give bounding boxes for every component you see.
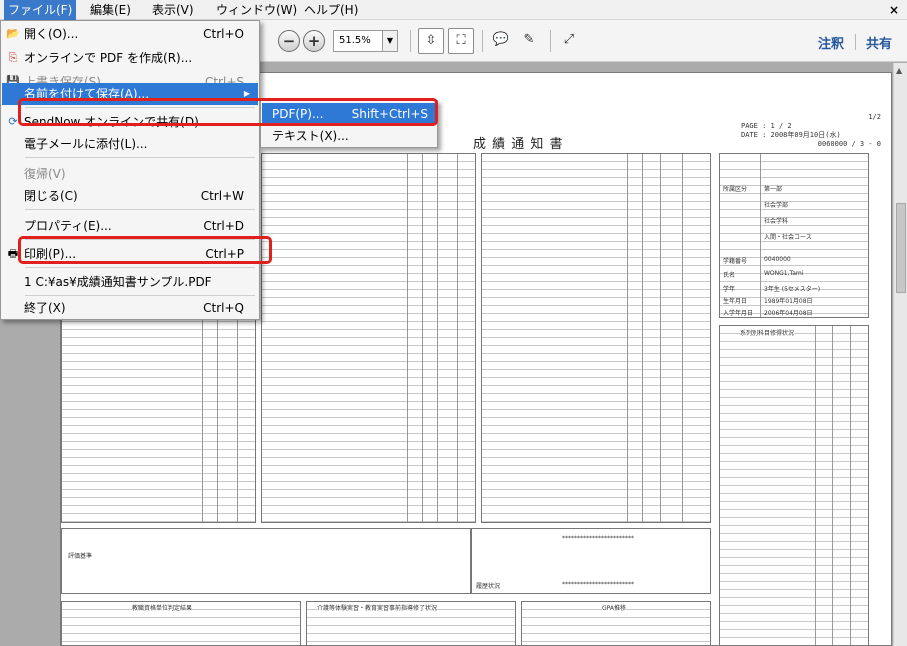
value-enrollment: 2006年04月08日 [764, 310, 813, 317]
comment-tab[interactable]: 注釈 [818, 33, 844, 52]
menu-view[interactable]: 表示(V) [148, 0, 198, 20]
menu-item-save[interactable]: 💾 上書き保存(S) Ctrl+S [2, 71, 258, 83]
gpa-label: GPA推移 [602, 603, 626, 612]
page-info: 1/2 PAGE : 1 / 2 DATE : 2008年09月10日(水) 0… [741, 113, 881, 149]
close-icon[interactable]: × [889, 3, 899, 17]
teaching-practice-table: 介護等体験実習・教育実習事前指導修了状況 [306, 601, 516, 645]
menu-item-create-pdf-online[interactable]: ⎘ オンラインで PDF を作成(R)... [2, 47, 258, 69]
label-birthdate: 生年月日 [723, 298, 748, 305]
menu-item-open[interactable]: 📂 開く(O)... Ctrl+O [2, 23, 258, 45]
menu-item-close[interactable]: 閉じる(C) Ctrl+W [2, 185, 258, 207]
scrollbar-thumb[interactable] [896, 203, 906, 293]
fit-width-icon[interactable]: ⇳ [418, 28, 444, 54]
value-student-id: 0040000 [764, 256, 791, 263]
toolbar-separator [410, 30, 411, 52]
comment-bubble-icon[interactable]: 💬 [488, 28, 514, 54]
highlight-save-as [18, 98, 438, 126]
save-icon: 💾 [6, 75, 20, 83]
menu-edit[interactable]: 編集(E) [86, 0, 135, 20]
menu-item-properties[interactable]: プロパティ(E)... Ctrl+D [2, 215, 258, 237]
eval-criteria-label: 評価基準 [68, 553, 93, 560]
date-label: DATE : [741, 131, 767, 139]
page-top: 1/2 [868, 113, 881, 121]
value-grade: 3年生 (5セメスター) [764, 286, 821, 293]
label-credit-status: 系列別科目修得状況 [740, 328, 795, 337]
value-department: 社会学科 [764, 218, 789, 225]
scroll-up-icon[interactable]: ▲ [896, 66, 902, 75]
menu-file[interactable]: ファイル(F) [4, 0, 77, 20]
highlight-print [18, 236, 272, 264]
menu-item-exit[interactable]: 終了(X) Ctrl+Q [2, 297, 258, 319]
minus-icon: − [282, 32, 296, 50]
toolbar-separator [855, 34, 856, 50]
stars-top: ************************ [562, 535, 634, 542]
submenu-item-text[interactable]: テキスト(X)... [262, 125, 436, 147]
evaluation-criteria-box: 評価基準 [61, 528, 471, 594]
student-info-table: 所属区分 第一部 社会学部 社会学科 入間・社会コース 学籍番号 0040000… [719, 153, 869, 318]
page-value: 1 / 2 [770, 122, 792, 130]
label-affiliation: 所属区分 [723, 186, 748, 193]
label-grade: 学年 [723, 286, 736, 293]
fullscreen-icon[interactable]: ⤢ [556, 28, 582, 54]
menu-item-revert[interactable]: 復帰(V) [2, 163, 258, 185]
gpa-table: GPA推移 [521, 601, 711, 645]
stars-bottom: ************************ [562, 581, 634, 588]
plus-icon: + [307, 32, 321, 50]
menu-help[interactable]: ヘルプ(H) [300, 0, 362, 20]
create-pdf-icon: ⎘ [8, 51, 18, 64]
zoom-out-button[interactable]: − [278, 30, 300, 52]
doc-code: 0060000 / 3 - 0 [817, 140, 881, 148]
share-tab[interactable]: 共有 [866, 33, 892, 52]
history-label: 履歴状況 [476, 583, 501, 590]
menu-window[interactable]: ウィンドウ(W) [212, 0, 301, 20]
grade-table-middle [261, 153, 476, 523]
menu-bar: ファイル(F) 編集(E) 表示(V) ウィンドウ(W) ヘルプ(H) × [0, 0, 907, 20]
value-division: 第一部 [764, 186, 783, 193]
zoom-dropdown-arrow-icon[interactable]: ▼ [383, 30, 398, 52]
fit-page-icon[interactable]: ⛶ [448, 28, 474, 54]
value-faculty: 社会学部 [764, 202, 789, 209]
value-name: WONG1,Tami [764, 270, 804, 277]
zoom-in-button[interactable]: + [303, 30, 325, 52]
toolbar-separator [482, 30, 483, 52]
value-course: 入間・社会コース [764, 234, 812, 241]
file-menu: 📂 開く(O)... Ctrl+O ⎘ オンラインで PDF を作成(R)...… [0, 20, 260, 320]
label-student-id: 学籍番号 [723, 258, 748, 265]
grade-table-right [481, 153, 711, 523]
folder-open-icon: 📂 [6, 27, 20, 40]
menu-item-attach-email[interactable]: 電子メールに添付(L)... [2, 133, 258, 155]
toolbar-separator [550, 30, 551, 52]
label-enrollment: 入学年月日 [723, 310, 754, 317]
highlight-icon[interactable]: ✎ [516, 28, 542, 54]
teaching-license-table: 教職資格単位判定結果 [61, 601, 301, 645]
zoom-level-input[interactable]: 51.5% [333, 30, 383, 52]
document-title: 成 績 通 知 書 [473, 137, 564, 152]
label-name: 氏名 [723, 272, 736, 279]
menu-item-recent-file[interactable]: 1 C:¥as¥成績通知書サンプル.PDF [2, 271, 258, 293]
date-value: 2008年09月10日(水) [770, 131, 841, 139]
credit-status-table: 系列別科目修得状況 [719, 325, 869, 645]
teaching-license-label: 教職資格単位判定結果 [132, 603, 193, 612]
page-label: PAGE : [741, 122, 767, 130]
teaching-practice-label: 介護等体験実習・教育実習事前指導修了状況 [317, 603, 438, 612]
signature-box: ************************ ***************… [471, 528, 711, 594]
value-birthdate: 1989年01月08日 [764, 298, 813, 305]
vertical-scrollbar[interactable]: ▲ [893, 63, 907, 646]
